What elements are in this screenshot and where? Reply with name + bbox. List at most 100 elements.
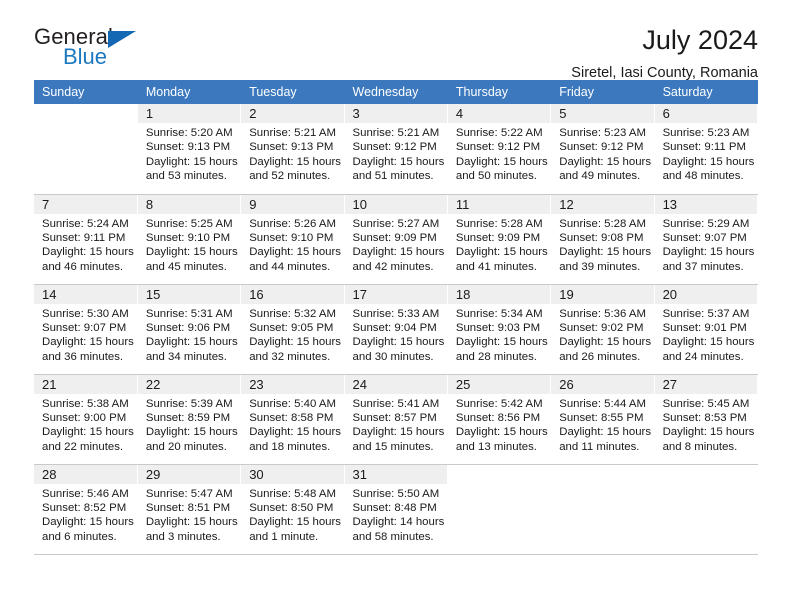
day-number: 2 [241,104,344,123]
calendar-day-cell[interactable]: 2 Sunrise: 5:21 AM Sunset: 9:13 PM Daylight… [240,104,345,195]
calendar-day-cell[interactable]: 20 Sunrise: 5:37 AM Sunset: 9:01 PM Dayligh… [654,284,759,375]
general-blue-logo[interactable]: General Blue [34,26,154,72]
day-number: 20 [654,284,757,304]
day-number: 28 [34,464,137,484]
sunrise-text: Sunrise: 5:29 AM [662,217,750,230]
day-number [654,464,757,484]
sunset-text: Sunset: 9:10 PM [249,231,334,244]
day-details: Sunrise: 5:48 AM Sunset: 8:50 PM Daylight:… [241,484,343,545]
calendar-day-cell-empty [654,464,759,555]
calendar-day-cell[interactable]: 29 Sunrise: 5:47 AM Sunset: 8:51 PM Dayligh… [137,464,242,555]
sunset-text: Sunset: 9:11 PM [662,141,746,154]
calendar-day-cell[interactable]: 30 Sunrise: 5:48 AM Sunset: 8:50 PM Dayligh… [240,464,345,555]
daylight-text-line1: Daylight: 15 hours [559,336,652,349]
day-details: Sunrise: 5:45 AM Sunset: 8:53 PM Daylight:… [655,394,757,455]
daylight-text-line2: and 39 minutes. [559,260,641,273]
calendar-day-cell[interactable]: 26 Sunrise: 5:44 AM Sunset: 8:55 PM Dayligh… [550,374,655,465]
calendar-day-cell[interactable]: 22 Sunrise: 5:39 AM Sunset: 8:59 PM Dayligh… [137,374,242,465]
daylight-text-line2: and 11 minutes. [559,440,640,453]
day-number: 11 [447,194,551,214]
sunrise-text: Sunrise: 5:36 AM [559,307,646,320]
sunrise-text: Sunrise: 5:34 AM [455,307,543,320]
calendar-day-cell[interactable]: 23 Sunrise: 5:40 AM Sunset: 8:58 PM Dayligh… [240,374,345,465]
day-number: 25 [447,374,551,394]
sunset-text: Sunset: 9:10 PM [145,231,231,244]
day-details: Sunrise: 5:21 AM Sunset: 9:12 PM Daylight:… [345,123,447,184]
daylight-text-line1: Daylight: 15 hours [42,426,134,439]
day-details: Sunrise: 5:46 AM Sunset: 8:52 PM Daylight:… [34,484,137,545]
daylight-text-line1: Daylight: 15 hours [352,426,445,439]
day-details: Sunrise: 5:24 AM Sunset: 9:11 PM Daylight:… [34,214,137,275]
calendar-week-row: 21 Sunrise: 5:38 AM Sunset: 9:00 PM Dayligh… [34,374,759,465]
sunrise-text: Sunrise: 5:32 AM [249,307,336,320]
calendar-day-cell[interactable]: 18 Sunrise: 5:34 AM Sunset: 9:03 PM Dayligh… [447,284,552,375]
day-details: Sunrise: 5:30 AM Sunset: 9:07 PM Daylight:… [34,304,137,365]
daylight-text-line1: Daylight: 15 hours [249,336,341,349]
daylight-text-line2: and 18 minutes. [249,440,331,453]
calendar-day-cell[interactable]: 21 Sunrise: 5:38 AM Sunset: 9:00 PM Dayligh… [34,374,138,465]
calendar-day-cell[interactable]: 19 Sunrise: 5:36 AM Sunset: 9:02 PM Dayligh… [550,284,655,375]
calendar-day-cell[interactable]: 9 Sunrise: 5:26 AM Sunset: 9:10 PM Daylight… [240,194,345,285]
sunset-text: Sunset: 8:55 PM [559,411,644,424]
calendar-day-cell[interactable]: 4 Sunrise: 5:22 AM Sunset: 9:12 PM Daylight… [447,104,552,195]
sunset-text: Sunset: 9:12 PM [455,141,541,154]
calendar-day-cell[interactable]: 1 Sunrise: 5:20 AM Sunset: 9:13 PM Daylight… [137,104,242,195]
calendar-day-cell[interactable]: 31 Sunrise: 5:50 AM Sunset: 8:48 PM Dayligh… [344,464,448,555]
calendar-day-cell-empty [550,464,655,555]
daylight-text-line2: and 1 minute. [249,530,319,543]
calendar-day-cell[interactable]: 5 Sunrise: 5:23 AM Sunset: 9:12 PM Daylight… [550,104,655,195]
daylight-text-line1: Daylight: 15 hours [42,516,134,529]
calendar-day-cell[interactable]: 25 Sunrise: 5:42 AM Sunset: 8:56 PM Dayligh… [447,374,552,465]
calendar-day-cell[interactable]: 12 Sunrise: 5:28 AM Sunset: 9:08 PM Dayligh… [550,194,655,285]
sunset-text: Sunset: 9:12 PM [559,141,644,154]
day-number: 14 [34,284,137,304]
calendar-day-cell[interactable]: 16 Sunrise: 5:32 AM Sunset: 9:05 PM Dayligh… [240,284,345,375]
calendar-day-cell[interactable]: 3 Sunrise: 5:21 AM Sunset: 9:12 PM Daylight… [344,104,448,195]
day-number: 21 [34,374,137,394]
calendar-day-cell[interactable]: 11 Sunrise: 5:28 AM Sunset: 9:09 PM Dayligh… [447,194,552,285]
calendar-day-cell[interactable]: 27 Sunrise: 5:45 AM Sunset: 8:53 PM Dayligh… [654,374,759,465]
day-details: Sunrise: 5:40 AM Sunset: 8:58 PM Daylight:… [241,394,343,455]
sunset-text: Sunset: 9:06 PM [145,321,231,334]
daylight-text-line2: and 58 minutes. [352,530,434,543]
weekday-header-row: Sunday Monday Tuesday Wednesday Thursday… [34,80,759,104]
calendar-day-cell[interactable]: 17 Sunrise: 5:33 AM Sunset: 9:04 PM Dayligh… [344,284,448,375]
calendar-day-cell[interactable]: 6 Sunrise: 5:23 AM Sunset: 9:11 PM Daylight… [654,104,759,195]
day-number: 22 [137,374,241,394]
calendar-day-cell[interactable]: 14 Sunrise: 5:30 AM Sunset: 9:07 PM Dayligh… [34,284,138,375]
calendar-day-cell[interactable]: 10 Sunrise: 5:27 AM Sunset: 9:09 PM Dayligh… [344,194,448,285]
sunrise-text: Sunrise: 5:41 AM [352,397,440,410]
calendar-day-cell-empty [447,464,552,555]
calendar-day-cell[interactable]: 13 Sunrise: 5:29 AM Sunset: 9:07 PM Dayligh… [654,194,759,285]
daylight-text-line1: Daylight: 15 hours [145,516,238,529]
daylight-text-line1: Daylight: 15 hours [42,246,134,259]
day-number [34,104,137,123]
calendar-day-cell[interactable]: 7 Sunrise: 5:24 AM Sunset: 9:11 PM Daylight… [34,194,138,285]
day-number: 6 [654,104,757,123]
calendar-day-cell-empty [34,104,138,195]
daylight-text-line2: and 22 minutes. [42,440,124,453]
calendar-page: General Blue July 2024 Siretel, Iasi Cou… [0,0,792,612]
calendar-day-cell[interactable]: 8 Sunrise: 5:25 AM Sunset: 9:10 PM Daylight… [137,194,242,285]
sunset-text: Sunset: 8:57 PM [352,411,437,424]
day-number: 30 [241,464,344,484]
sunrise-text: Sunrise: 5:21 AM [352,127,440,139]
day-details: Sunrise: 5:41 AM Sunset: 8:57 PM Daylight:… [345,394,447,455]
day-details: Sunrise: 5:31 AM Sunset: 9:06 PM Daylight:… [138,304,240,365]
calendar-day-cell[interactable]: 24 Sunrise: 5:41 AM Sunset: 8:57 PM Dayligh… [344,374,448,465]
weekday-header-saturday: Saturday [654,80,759,104]
weekday-header-monday: Monday [137,80,242,104]
day-details: Sunrise: 5:22 AM Sunset: 9:12 PM Daylight:… [448,123,550,184]
day-details: Sunrise: 5:38 AM Sunset: 9:00 PM Daylight:… [34,394,137,455]
daylight-text-line1: Daylight: 14 hours [352,516,445,529]
sunset-text: Sunset: 9:03 PM [455,321,541,334]
sunrise-text: Sunrise: 5:47 AM [145,487,233,500]
day-number: 18 [447,284,551,304]
daylight-text-line2: and 41 minutes. [455,260,537,273]
calendar-day-cell[interactable]: 15 Sunrise: 5:31 AM Sunset: 9:06 PM Dayligh… [137,284,242,375]
daylight-text-line2: and 8 minutes. [662,440,738,453]
day-number: 24 [344,374,447,394]
sunrise-text: Sunrise: 5:26 AM [249,217,336,230]
sunset-text: Sunset: 9:09 PM [352,231,437,244]
calendar-day-cell[interactable]: 28 Sunrise: 5:46 AM Sunset: 8:52 PM Dayligh… [34,464,138,555]
